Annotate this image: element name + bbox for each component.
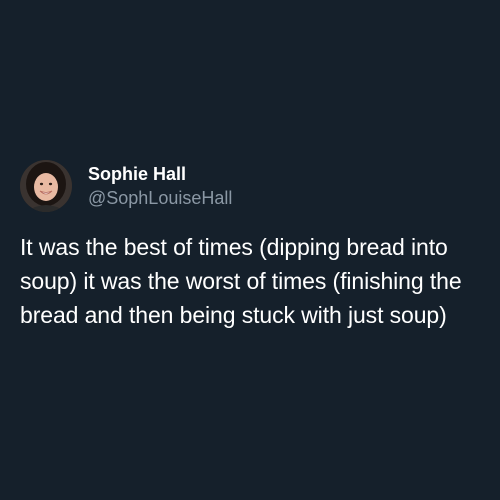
display-name[interactable]: Sophie Hall bbox=[88, 163, 232, 185]
avatar[interactable] bbox=[20, 160, 72, 212]
user-handle[interactable]: @SophLouiseHall bbox=[88, 187, 232, 209]
tweet-card: Sophie Hall @SophLouiseHall It was the b… bbox=[20, 158, 482, 332]
avatar-image bbox=[20, 160, 72, 212]
user-names: Sophie Hall @SophLouiseHall bbox=[88, 163, 232, 209]
tweet-header: Sophie Hall @SophLouiseHall bbox=[20, 158, 482, 214]
tweet-text: It was the best of times (dipping bread … bbox=[20, 234, 462, 328]
